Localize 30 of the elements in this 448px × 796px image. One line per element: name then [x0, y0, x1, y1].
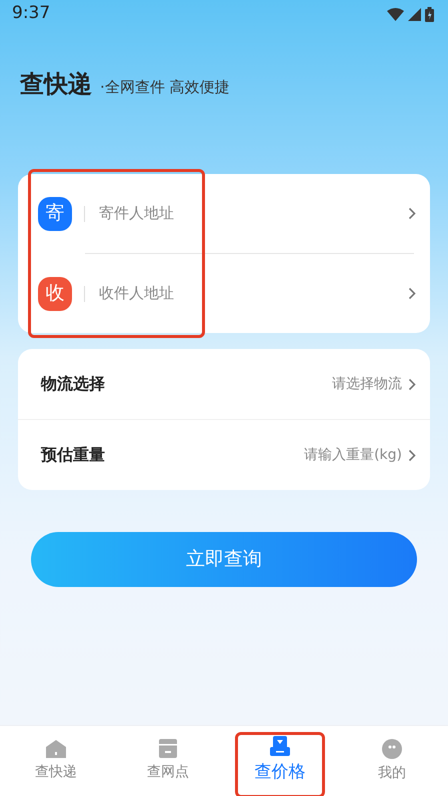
chevron-right-icon [408, 378, 416, 390]
option-label: 物流选择 [41, 373, 106, 395]
address-row[interactable]: 寄 寄件人地址 [18, 174, 430, 253]
option-label: 预估重量 [41, 444, 106, 466]
status-time: 9:37 [12, 2, 50, 26]
signal-icon [408, 8, 421, 20]
address-placeholder: 收件人地址 [99, 283, 175, 304]
app-slogan: ·全网查件 高效便捷 [100, 77, 230, 98]
chevron-right-icon [408, 448, 416, 462]
tab[interactable]: 我的 [336, 726, 448, 796]
option-row[interactable]: 物流选择 请选择物流 [18, 349, 430, 419]
wifi-icon [387, 8, 404, 20]
face-icon [382, 738, 402, 758]
chevron-right-icon [408, 287, 416, 300]
option-placeholder: 请输入重量(kg) [304, 446, 402, 464]
house-icon [46, 740, 66, 758]
chevron-right-icon [408, 207, 416, 220]
query-button[interactable]: 立即查询 [31, 532, 417, 587]
tab[interactable]: 查快递 [0, 726, 112, 796]
battery-icon [425, 6, 434, 22]
address-badge: 收 [38, 276, 72, 310]
address-row[interactable]: 收 收件人地址 [18, 254, 430, 333]
tab[interactable]: 查网点 [112, 726, 224, 796]
tab[interactable]: 查价格 [224, 726, 336, 796]
address-badge: 寄 [38, 196, 72, 230]
app-title: 查快递 [20, 69, 92, 100]
option-row[interactable]: 预估重量 请输入重量(kg) [18, 420, 430, 490]
option-placeholder: 请选择物流 [332, 374, 402, 394]
address-placeholder: 寄件人地址 [99, 203, 175, 224]
box-icon [159, 739, 177, 758]
